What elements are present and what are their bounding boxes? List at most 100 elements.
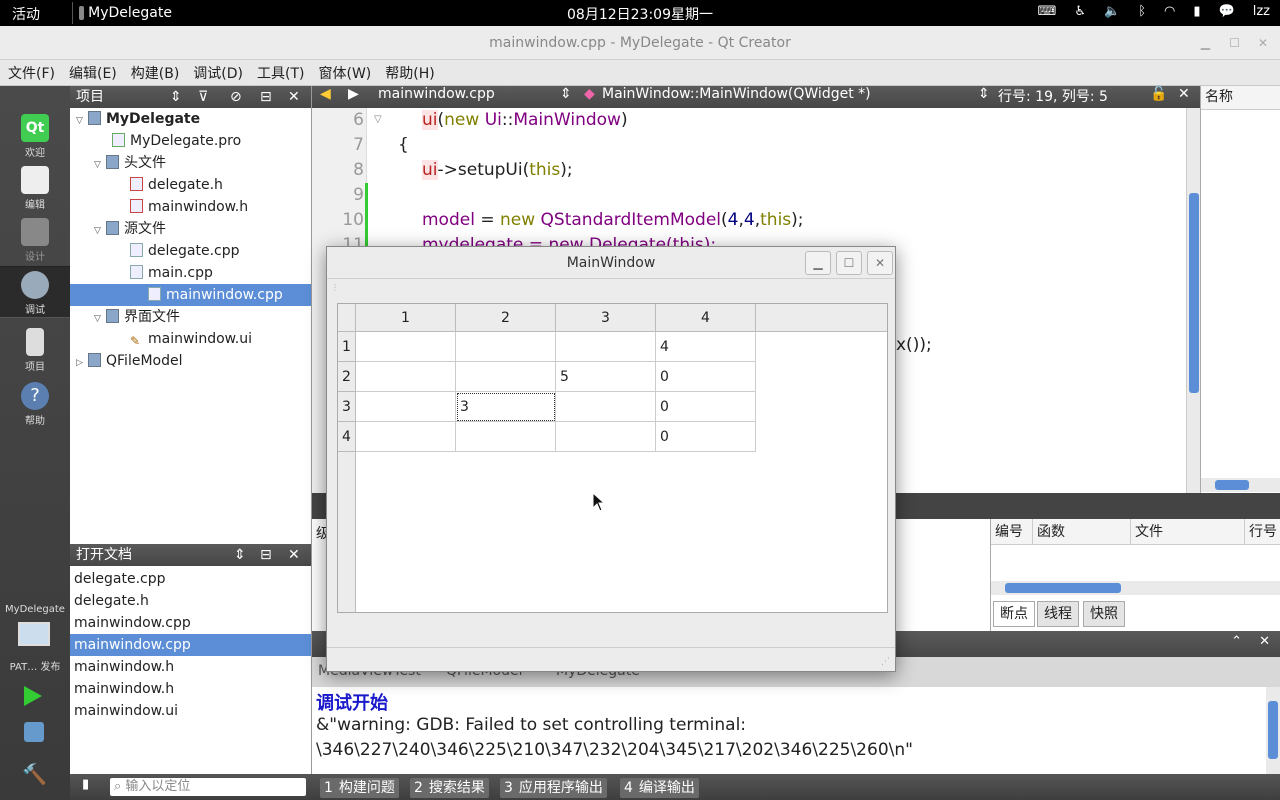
- resize-grip-icon[interactable]: ⋰: [881, 657, 890, 667]
- close-icon[interactable]: ✕: [1258, 26, 1268, 60]
- table-cell[interactable]: [556, 392, 656, 422]
- expand-arrow-icon[interactable]: ▽: [76, 110, 88, 132]
- build-hammer-icon[interactable]: 🔨: [22, 762, 47, 786]
- maximize-icon[interactable]: ☐: [836, 251, 862, 275]
- user-name[interactable]: lzz: [1253, 4, 1270, 19]
- keyboard-icon[interactable]: ⌨: [1038, 4, 1057, 19]
- horizontal-scrollbar[interactable]: [991, 581, 1280, 595]
- table-cell[interactable]: [356, 392, 456, 422]
- column-header[interactable]: 2: [456, 304, 556, 332]
- column-header[interactable]: 行号: [1245, 519, 1280, 545]
- tree-item-file-selected[interactable]: mainwindow.cpp: [70, 284, 311, 306]
- menu-window[interactable]: 窗体(W): [319, 63, 372, 83]
- mode-welcome[interactable]: Qt 欢迎: [0, 110, 70, 162]
- expand-arrow-icon[interactable]: ▽: [94, 308, 106, 330]
- menu-file[interactable]: 文件(F): [8, 63, 55, 83]
- open-doc-item[interactable]: mainwindow.h: [70, 656, 311, 678]
- scrollbar-thumb[interactable]: [1268, 701, 1278, 759]
- panel-title[interactable]: 项目: [76, 89, 104, 105]
- expand-arrow-icon[interactable]: ▽: [94, 220, 106, 242]
- table-cell-focused[interactable]: 3: [456, 392, 556, 422]
- horizontal-scrollbar[interactable]: [1201, 478, 1280, 492]
- open-doc-item[interactable]: mainwindow.h: [70, 678, 311, 700]
- table-cell[interactable]: 5: [556, 362, 656, 392]
- expand-arrow-icon[interactable]: ▽: [94, 154, 106, 176]
- menu-tools[interactable]: 工具(T): [257, 63, 304, 83]
- debug-run-icon[interactable]: [24, 722, 44, 742]
- table-cell[interactable]: 0: [656, 422, 756, 452]
- menu-help[interactable]: 帮助(H): [385, 63, 434, 83]
- tree-item-forms[interactable]: ▽ 界面文件: [94, 306, 180, 328]
- forward-arrow-icon[interactable]: ▶: [348, 86, 359, 102]
- pane-app-output[interactable]: 3 应用程序输出: [500, 778, 607, 798]
- dropdown-arrow-icon[interactable]: ⇕: [234, 544, 246, 566]
- table-cell[interactable]: [556, 422, 656, 452]
- dropdown-arrow-icon[interactable]: ⇕: [560, 86, 572, 102]
- application-output[interactable]: 调试开始 &"warning: GDB: Failed to set contr…: [312, 687, 1280, 774]
- symbol-selector[interactable]: MainWindow::MainWindow(QWidget *): [602, 86, 871, 102]
- column-header[interactable]: 文件: [1131, 519, 1245, 545]
- mode-help[interactable]: ? 帮助: [0, 378, 70, 430]
- close-panel-icon[interactable]: ✕: [288, 544, 300, 566]
- computer-icon[interactable]: [18, 622, 50, 646]
- locator-input[interactable]: ⌕ 输入以定位: [110, 778, 306, 796]
- tree-item-project[interactable]: ▽ MyDelegate: [76, 108, 200, 130]
- table-cell[interactable]: [356, 422, 456, 452]
- maximize-icon[interactable]: ☐: [1229, 26, 1240, 60]
- tree-item-file[interactable]: delegate.cpp: [130, 240, 240, 262]
- table-cell[interactable]: 0: [656, 362, 756, 392]
- column-header[interactable]: 3: [556, 304, 656, 332]
- table-cell[interactable]: [456, 332, 556, 362]
- scrollbar-thumb[interactable]: [1005, 583, 1121, 593]
- split-icon[interactable]: ⊟: [260, 544, 272, 566]
- tab-threads[interactable]: 线程: [1037, 601, 1079, 627]
- row-header[interactable]: 2: [338, 362, 356, 392]
- lock-icon[interactable]: 🔓: [1150, 86, 1167, 102]
- tree-item-file[interactable]: mainwindow.h: [130, 196, 248, 218]
- menu-edit[interactable]: 编辑(E): [69, 63, 117, 83]
- menu-build[interactable]: 构建(B): [131, 63, 180, 83]
- table-cell[interactable]: 0: [656, 392, 756, 422]
- column-header[interactable]: 1: [356, 304, 456, 332]
- mode-debug[interactable]: 调试: [0, 266, 70, 318]
- toolbar-grip[interactable]: ⋮: [331, 283, 339, 292]
- row-header[interactable]: 3: [338, 392, 356, 422]
- open-doc-item[interactable]: mainwindow.ui: [70, 700, 311, 722]
- fold-marker-icon[interactable]: ▽: [374, 114, 382, 125]
- kit-target[interactable]: PAT… 发布: [0, 658, 70, 673]
- split-icon[interactable]: ⊟: [260, 86, 272, 108]
- tree-item-project[interactable]: ▷ QFileModel: [76, 350, 182, 372]
- minimize-icon[interactable]: ▁: [805, 251, 831, 275]
- run-icon[interactable]: [24, 686, 42, 706]
- dropdown-arrow-icon[interactable]: ⇕: [170, 86, 182, 108]
- pane-compile-output[interactable]: 4 编译输出: [620, 778, 699, 798]
- tree-item-file[interactable]: ✎ mainwindow.ui: [130, 328, 252, 350]
- open-doc-item[interactable]: delegate.h: [70, 590, 311, 612]
- file-selector[interactable]: mainwindow.cpp: [378, 86, 495, 102]
- tab-snapshots[interactable]: 快照: [1083, 601, 1125, 627]
- mode-edit[interactable]: 编辑: [0, 162, 70, 214]
- filter-icon[interactable]: ⊽: [198, 86, 208, 108]
- table-cell[interactable]: [456, 362, 556, 392]
- volume-icon[interactable]: 🔈: [1104, 4, 1120, 19]
- pane-search-results[interactable]: 2 搜索结果: [410, 778, 489, 798]
- output-scrollbar[interactable]: [1266, 687, 1280, 774]
- table-cell[interactable]: [456, 422, 556, 452]
- tab-breakpoints[interactable]: 断点: [993, 601, 1035, 627]
- editor-scrollbar[interactable]: [1186, 108, 1200, 493]
- table-cell[interactable]: [356, 362, 456, 392]
- tree-item-sources[interactable]: ▽ 源文件: [94, 218, 166, 240]
- pane-build-issues[interactable]: 1 构建问题: [320, 778, 399, 798]
- scrollbar-thumb[interactable]: [1215, 480, 1249, 490]
- open-doc-item[interactable]: mainwindow.cpp: [70, 612, 311, 634]
- close-icon[interactable]: ✕: [867, 251, 893, 275]
- table-cell[interactable]: [556, 332, 656, 362]
- table-view[interactable]: 1 2 3 4 1 2 3 4 4 5 0 3 0 0: [337, 303, 888, 613]
- battery-icon[interactable]: ▮: [1193, 4, 1200, 19]
- table-corner-button[interactable]: [338, 304, 356, 332]
- column-header[interactable]: 函数: [1033, 519, 1131, 545]
- column-header[interactable]: 编号: [991, 519, 1033, 545]
- link-icon[interactable]: ⊘: [230, 86, 242, 108]
- row-header[interactable]: 4: [338, 422, 356, 452]
- accessibility-icon[interactable]: ♿: [1074, 4, 1086, 19]
